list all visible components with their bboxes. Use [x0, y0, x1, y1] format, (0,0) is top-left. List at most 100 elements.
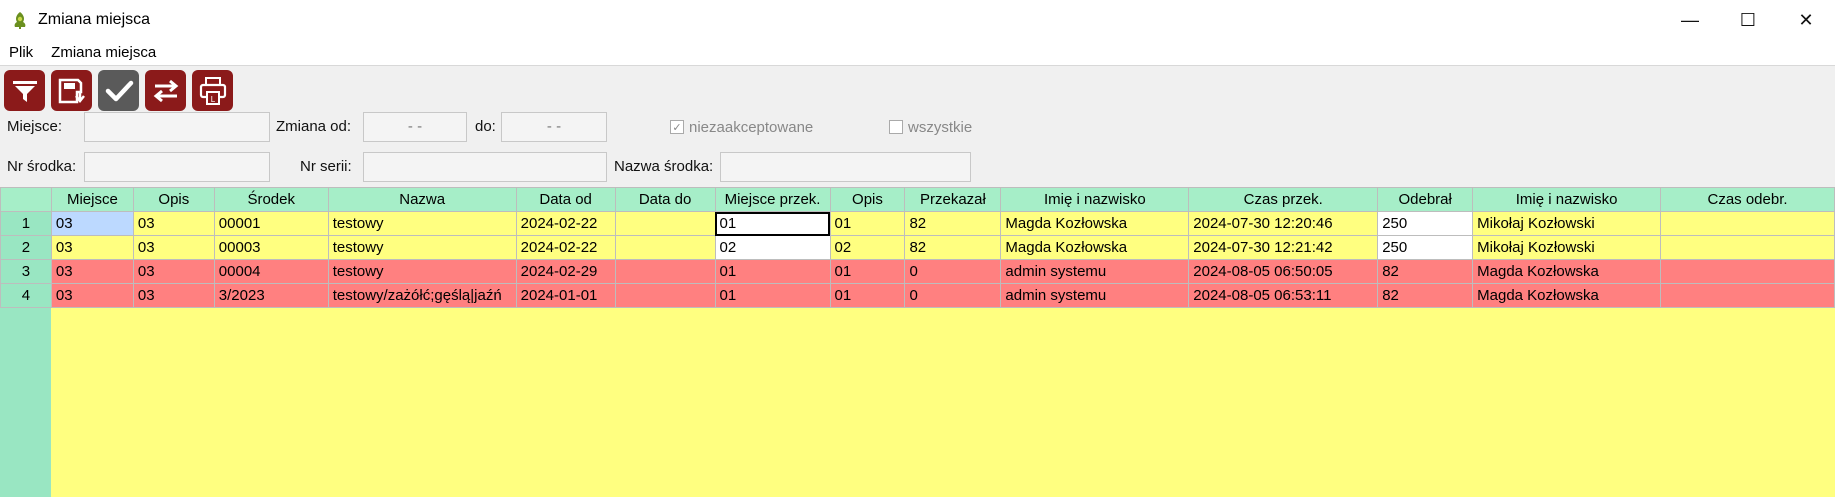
accept-button[interactable]	[98, 70, 139, 111]
table-row[interactable]: 3 03 03 00004 testowy 2024-02-29 01 01 0 admin sy…	[0, 259, 1835, 284]
table-cell[interactable]	[614, 235, 716, 260]
column-header[interactable]: Nazwa	[327, 187, 517, 212]
column-header[interactable]: Opis	[132, 187, 215, 212]
table-cell[interactable]: testowy	[327, 259, 517, 284]
table-cell[interactable]: testowy	[327, 211, 517, 236]
column-header[interactable]: Data od	[515, 187, 616, 212]
row-number[interactable]: 2	[0, 235, 52, 260]
table-cell[interactable]: 00004	[213, 259, 329, 284]
maximize-button[interactable]: ☐	[1719, 0, 1777, 40]
row-number[interactable]: 4	[0, 283, 52, 308]
wszystkie-label: wszystkie	[908, 118, 973, 136]
table-cell[interactable]	[614, 259, 716, 284]
column-header[interactable]: Data do	[614, 187, 716, 212]
swap-button[interactable]	[145, 70, 186, 111]
menu-zmiana-miejsca[interactable]: Zmiana miejsca	[42, 44, 165, 61]
column-header[interactable]: Odebrał	[1377, 187, 1474, 212]
column-header[interactable]: Przekazał	[904, 187, 1002, 212]
nr-srodka-field[interactable]	[84, 152, 270, 182]
table-cell[interactable]: testowy	[327, 235, 517, 260]
table-cell[interactable]: 2024-07-30 12:21:42	[1188, 235, 1379, 260]
column-header[interactable]: Czas przek.	[1188, 187, 1379, 212]
table-cell[interactable]: 2024-08-05 06:50:05	[1188, 259, 1379, 284]
table-cell[interactable]	[1660, 283, 1835, 308]
niezaakceptowane-checkbox[interactable]: ✓ niezaakceptowane	[670, 112, 813, 142]
table-cell[interactable]: 2024-02-22	[515, 235, 616, 260]
table-cell[interactable]: 03	[132, 259, 215, 284]
table-cell[interactable]: 3/2023	[213, 283, 329, 308]
niezaakceptowane-label: niezaakceptowane	[689, 118, 814, 136]
print-button[interactable]: L	[192, 70, 233, 111]
save-button[interactable]	[51, 70, 92, 111]
table-cell[interactable]: 2024-02-29	[515, 259, 616, 284]
row-number[interactable]: 3	[0, 259, 52, 284]
column-header[interactable]: Środek	[213, 187, 329, 212]
table-cell[interactable]	[1660, 211, 1835, 236]
table-cell[interactable]: 00001	[213, 211, 329, 236]
column-header[interactable]: Imię i nazwisko	[1000, 187, 1190, 212]
table-cell[interactable]: Magda Kozłowska	[1472, 283, 1662, 308]
table-cell[interactable]: 0	[904, 259, 1002, 284]
table-cell[interactable]: 03	[50, 283, 134, 308]
minimize-button[interactable]: —	[1661, 0, 1719, 40]
table-cell[interactable]: 01	[829, 283, 906, 308]
table-cell[interactable]: 250	[1377, 211, 1474, 236]
nazwa-srodka-field[interactable]	[720, 152, 971, 182]
nr-serii-field[interactable]	[363, 152, 607, 182]
menu-plik[interactable]: Plik	[0, 44, 42, 61]
table-cell[interactable]: 03	[50, 259, 134, 284]
table-cell[interactable]: 01	[714, 283, 831, 308]
column-header[interactable]: Miejsce	[50, 187, 134, 212]
table-cell[interactable]: 2024-01-01	[515, 283, 616, 308]
do-field[interactable]: - -	[501, 112, 607, 142]
filter-button[interactable]	[4, 70, 45, 111]
table-cell[interactable]	[1660, 235, 1835, 260]
table-cell[interactable]: 82	[904, 211, 1002, 236]
table-row[interactable]: 4 03 03 3/2023 testowy/zażółć;gęślą|jaźń 2024…	[0, 283, 1835, 308]
table-cell[interactable]: 250	[1377, 235, 1474, 260]
table-cell[interactable]: 01	[714, 259, 831, 284]
table-cell[interactable]: 2024-07-30 12:20:46	[1188, 211, 1379, 236]
table-cell[interactable]: 01	[829, 259, 906, 284]
table-cell[interactable]: Mikołaj Kozłowski	[1472, 235, 1662, 260]
zmiana-od-field[interactable]: - -	[363, 112, 467, 142]
table-cell[interactable]: 00003	[213, 235, 329, 260]
column-header[interactable]: Imię i nazwisko	[1472, 187, 1662, 212]
miejsce-field[interactable]	[84, 112, 270, 142]
table-cell[interactable]: 03	[50, 235, 134, 260]
table-cell[interactable]: 82	[1377, 259, 1474, 284]
table-cell[interactable]: 2024-08-05 06:53:11	[1188, 283, 1379, 308]
table-cell[interactable]	[614, 283, 716, 308]
table-cell[interactable]: 02	[829, 235, 906, 260]
table-cell[interactable]: 2024-02-22	[515, 211, 616, 236]
table-cell[interactable]: 03	[132, 211, 215, 236]
table-cell[interactable]	[614, 211, 716, 236]
table-row[interactable]: 1 03 03 00001 testowy 2024-02-22 01 01 82 Magda K…	[0, 211, 1835, 236]
filter-icon	[12, 80, 37, 102]
table-cell[interactable]: 03	[132, 235, 215, 260]
wszystkie-checkbox[interactable]: wszystkie	[889, 112, 972, 142]
table-cell[interactable]: Magda Kozłowska	[1000, 235, 1190, 260]
close-button[interactable]: ✕	[1777, 0, 1835, 40]
row-number[interactable]: 1	[0, 211, 52, 236]
table-cell[interactable]: Magda Kozłowska	[1472, 259, 1662, 284]
table-cell[interactable]: admin systemu	[1000, 283, 1190, 308]
column-header[interactable]: Miejsce przek.	[714, 187, 831, 212]
table-cell[interactable]: 01	[714, 211, 831, 236]
table-cell[interactable]: testowy/zażółć;gęślą|jaźń	[327, 283, 517, 308]
table-cell[interactable]: 03	[50, 211, 134, 236]
column-header[interactable]: Opis	[829, 187, 906, 212]
table-cell[interactable]: 01	[829, 211, 906, 236]
table-cell[interactable]: 82	[904, 235, 1002, 260]
table-cell[interactable]: Mikołaj Kozłowski	[1472, 211, 1662, 236]
table-cell[interactable]: 0	[904, 283, 1002, 308]
table-row[interactable]: 2 03 03 00003 testowy 2024-02-22 02 02 82 Magda K…	[0, 235, 1835, 260]
table-cell[interactable]: 82	[1377, 283, 1474, 308]
table-cell[interactable]: 02	[714, 235, 831, 260]
table-cell[interactable]: admin systemu	[1000, 259, 1190, 284]
table-cell[interactable]	[1660, 259, 1835, 284]
table-header-row: Miejsce Opis Środek Nazwa Data od Data d…	[0, 187, 1835, 212]
table-cell[interactable]: 03	[132, 283, 215, 308]
table-cell[interactable]: Magda Kozłowska	[1000, 211, 1190, 236]
column-header[interactable]: Czas odebr.	[1660, 187, 1835, 212]
